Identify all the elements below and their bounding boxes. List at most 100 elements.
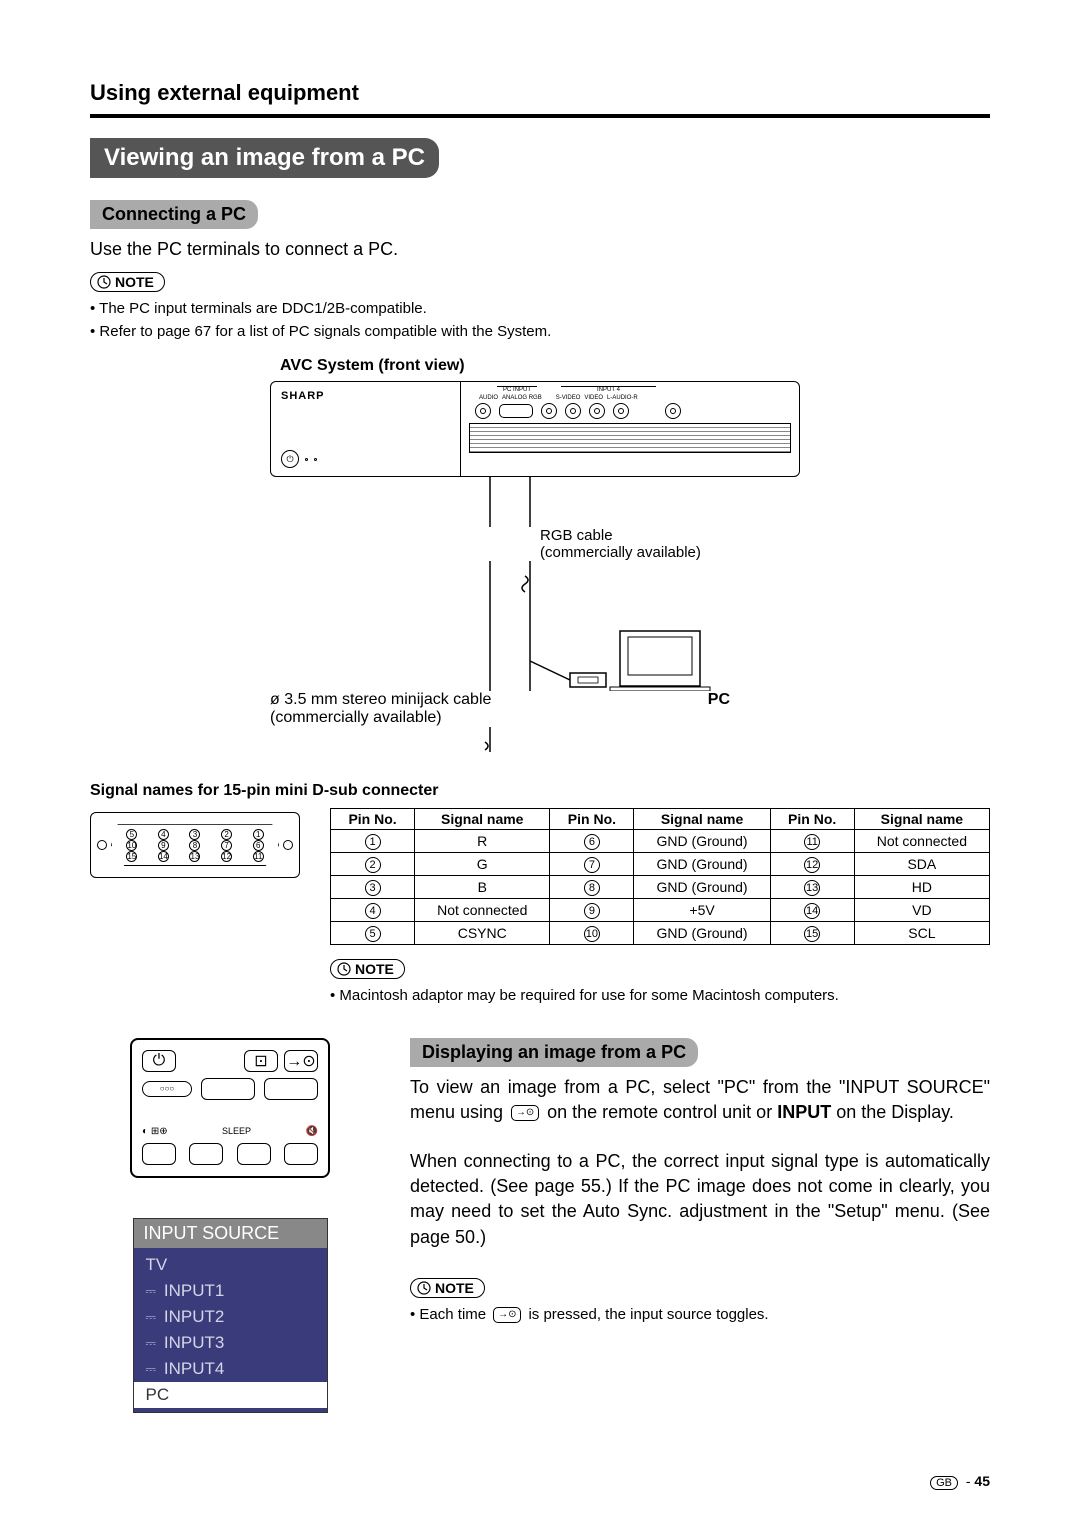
dsub-pin: 8 [189, 840, 200, 851]
button-icon [189, 1143, 223, 1165]
input-button-icon: →⊙ [493, 1307, 521, 1323]
pin-cell: GND (Ground) [634, 876, 770, 899]
screw-hole-icon [97, 840, 107, 850]
port-label: AUDIO [479, 395, 498, 401]
table-row: 2G7GND (Ground)12SDA [331, 853, 990, 876]
pin-cell: 4 [331, 899, 415, 922]
mode-icons: ◐ ⊞⊕ [142, 1126, 168, 1137]
input-button-icon: →⊙ [284, 1050, 318, 1072]
pin-cell: 13 [770, 876, 854, 899]
pin-cell: 1 [331, 830, 415, 853]
table-row: 5CSYNC10GND (Ground)15SCL [331, 922, 990, 945]
pin-cell: 2 [331, 853, 415, 876]
mute-icon: 🔇 [306, 1126, 318, 1137]
rgb-cable-note: (commercially available) [540, 544, 990, 561]
input-source-item[interactable]: TV [134, 1252, 327, 1278]
pin-header: Pin No. [770, 809, 854, 830]
pin-cell: 14 [770, 899, 854, 922]
dsub-pin: 5 [126, 829, 137, 840]
pin-cell: B [415, 876, 550, 899]
front-flap [469, 423, 791, 453]
table-row: 3B8GND (Ground)13HD [331, 876, 990, 899]
displaying-para2: When connecting to a PC, the correct inp… [410, 1149, 990, 1250]
dsub-pin: 4 [158, 829, 169, 840]
jack-icon [665, 403, 681, 419]
wide-button-icon [201, 1078, 255, 1100]
port-group-label: PC INPUT [497, 386, 537, 393]
input-source-item[interactable]: PC [134, 1382, 327, 1408]
plug-icon: ⎓ [146, 1283, 156, 1299]
table-row: 4Not connected9+5V14VD [331, 899, 990, 922]
dsub-pin: 6 [253, 840, 264, 851]
pin-cell: SDA [854, 853, 989, 876]
pin-cell: +5V [634, 899, 770, 922]
port-label: S-VIDEO [556, 395, 581, 401]
pin-cell: 10 [550, 922, 634, 945]
page-dash: - [966, 1473, 971, 1489]
pin-cell: CSYNC [415, 922, 550, 945]
video-jack-icon [565, 403, 581, 419]
note-label: NOTE [355, 961, 394, 977]
avc-diagram: SHARP ⏻ PC INPUT INPUT 4 AUDIO ANALOG RG… [270, 381, 990, 762]
dsub-pin: 7 [221, 840, 232, 851]
pill-button-icon: ○○○ [142, 1081, 192, 1097]
plug-icon: ⎓ [146, 1361, 156, 1377]
note-item: Refer to page 67 for a list of PC signal… [90, 321, 990, 344]
pin-cell: 7 [550, 853, 634, 876]
signal-title: Signal names for 15-pin mini D-sub conne… [90, 782, 990, 800]
dsub-pin: 2 [221, 829, 232, 840]
dsub-diagram: 543211098761514131211 [90, 812, 300, 878]
plug-icon: ⎓ [146, 1335, 156, 1351]
power-button-icon: ⏻ [142, 1050, 176, 1072]
pin-header: Signal name [634, 809, 770, 830]
port-label: ANALOG RGB [502, 395, 542, 401]
button-icon [237, 1143, 271, 1165]
signal-note: Macintosh adaptor may be required for us… [330, 985, 990, 1008]
pin-cell: 5 [331, 922, 415, 945]
input-source-item[interactable]: ⎓INPUT3 [134, 1330, 327, 1356]
input-button-icon: →⊙ [511, 1105, 539, 1121]
pc-label: PC [708, 691, 730, 727]
minijack-note: (commercially available) [270, 709, 442, 726]
input-source-title: INPUT SOURCE [134, 1219, 327, 1248]
pin-cell: 15 [770, 922, 854, 945]
input-source-item[interactable]: ⎓INPUT2 [134, 1304, 327, 1330]
dsub-pin: 1 [253, 829, 264, 840]
sleep-label: SLEEP [222, 1126, 251, 1136]
note-label: NOTE [115, 274, 154, 290]
dsub-pin: 15 [126, 851, 137, 862]
note-icon [417, 1281, 431, 1295]
pin-cell: 3 [331, 876, 415, 899]
dsub-pin: 13 [189, 851, 200, 862]
screw-hole-icon [283, 840, 293, 850]
button-icon [284, 1143, 318, 1165]
cable-lines [270, 477, 800, 527]
wide-button-icon [264, 1078, 318, 1100]
cable-tail [270, 727, 800, 757]
input-source-item[interactable]: ⎓INPUT4 [134, 1356, 327, 1382]
note-pill: NOTE [90, 272, 165, 292]
pin-cell: 6 [550, 830, 634, 853]
pin-cell: 8 [550, 876, 634, 899]
pin-cell: G [415, 853, 550, 876]
dsub-pin: 12 [221, 851, 232, 862]
note-pill: NOTE [410, 1278, 485, 1298]
minijack-label: ø 3.5 mm stereo minijack cable [270, 691, 491, 708]
connecting-notes: The PC input terminals are DDC1/2B-compa… [90, 298, 990, 343]
power-icon: ⏻ [281, 450, 299, 468]
plug-icon: ⎓ [146, 1309, 156, 1325]
page-number: 45 [974, 1473, 990, 1489]
remote-diagram: ⏻ ⊡ →⊙ ○○○ ◐ ⊞⊕ SLEEP 🔇 [130, 1038, 330, 1178]
pin-cell: Not connected [854, 830, 989, 853]
pin-cell: VD [854, 899, 989, 922]
section-title: Using external equipment [90, 80, 990, 106]
note-item: The PC input terminals are DDC1/2B-compa… [90, 298, 990, 321]
led-icon [314, 458, 317, 461]
button-icon [142, 1143, 176, 1165]
input-source-item[interactable]: ⎓INPUT1 [134, 1278, 327, 1304]
pin-cell: Not connected [415, 899, 550, 922]
pin-cell: SCL [854, 922, 989, 945]
rgb-cable-label: RGB cable [540, 527, 990, 544]
pin-header: Pin No. [550, 809, 634, 830]
note-pill: NOTE [330, 959, 405, 979]
